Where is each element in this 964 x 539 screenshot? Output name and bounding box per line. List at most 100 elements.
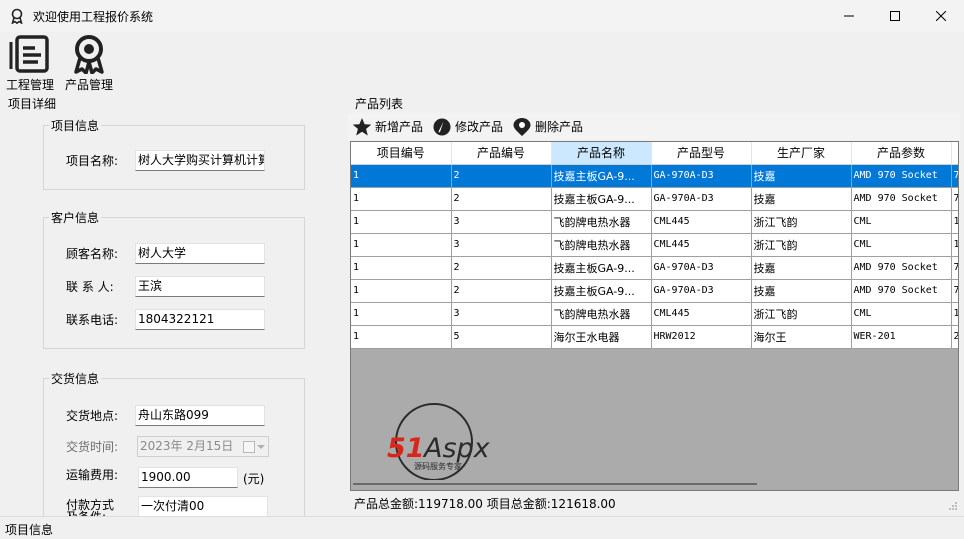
fee-input[interactable]: 1900.00 [138,467,238,488]
project-info-title: 项目信息 [49,117,102,134]
table-cell: AMD 970 Socket [851,187,952,211]
column-header-overflow [951,142,958,165]
column-header-product-name[interactable]: 产品名称 [551,142,652,165]
window-title: 欢迎使用工程报价系统 [33,10,154,24]
table-cell: 技嘉 [751,164,852,188]
edit-pencil-icon [433,118,451,135]
table-cell: AMD 970 Socket [851,279,952,303]
column-header-params[interactable]: 产品参数 [851,142,952,165]
table-cell: 海尔王水电器 [551,325,652,349]
table-cell: 7 [951,164,958,188]
phone-input[interactable]: 1804322121 [135,309,265,330]
table-cell: 5 [451,325,552,349]
table-row[interactable]: 1 5 海尔王水电器 HRW2012 海尔王 WER-201 2 [351,325,958,349]
table-row[interactable]: 1 2 技嘉主板GA-9... GA-970A-D3 技嘉 AMD 970 So… [351,279,958,303]
table-cell: 1 [951,210,958,234]
table-row[interactable]: 1 2 技嘉主板GA-9... GA-970A-D3 技嘉 AMD 970 So… [351,187,958,211]
fee-label: 运输费用: [66,468,119,482]
project-management-button[interactable]: 工程管理 [2,34,58,92]
minimize-button[interactable] [826,0,872,32]
main-toolbar: 工程管理 产品管理 [0,32,964,94]
contact-label: 联 系 人: [66,280,114,294]
customer-name-input[interactable]: 树人大学 [135,243,265,264]
payment-input[interactable]: 一次付清00 [138,496,268,517]
table-cell: 3 [451,302,552,326]
address-label: 交货地点: [66,409,119,423]
table-cell: CML445 [651,210,752,234]
minimize-icon [844,15,854,17]
table-row[interactable]: 1 3 飞韵牌电热水器 CML445 浙江飞韵 CML 1 [351,233,958,257]
project-name-label: 项目名称: [66,154,119,168]
table-row[interactable]: 1 2 技嘉主板GA-9... GA-970A-D3 技嘉 AMD 970 So… [351,256,958,280]
customer-info-title: 客户信息 [49,209,102,226]
table-cell: 技嘉 [751,279,852,303]
delivery-info-title: 交货信息 [49,370,102,387]
table-cell: 1 [351,233,452,257]
table-cell: CML [851,302,952,326]
column-header-model[interactable]: 产品型号 [651,142,752,165]
maximize-button[interactable] [872,0,918,32]
table-cell: 技嘉 [751,256,852,280]
customer-name-label: 顾客名称: [66,247,119,261]
edit-product-button[interactable]: 修改产品 [432,116,503,137]
table-row[interactable]: 1 2 技嘉主板GA-9... GA-970A-D3 技嘉 AMD 970 So… [351,164,958,188]
horizontal-scrollbar[interactable] [353,483,757,485]
table-cell: 2 [451,164,552,188]
product-management-button[interactable]: 产品管理 [61,34,117,92]
watermark-tagline: 源码服务专家 [414,461,462,471]
table-cell: 飞韵牌电热水器 [551,210,652,234]
delivery-date-picker[interactable]: 2023年 2月15日 [137,436,269,457]
address-input[interactable]: 舟山东路099 [135,405,265,426]
project-detail-title: 项目详细 [6,95,59,112]
table-cell: 技嘉主板GA-9... [551,256,652,280]
status-text: 项目信息 [5,523,54,537]
award-ribbon-icon [11,8,23,24]
table-cell: 技嘉主板GA-9... [551,279,652,303]
phone-label: 联系电话: [66,313,119,327]
column-header-project-id[interactable]: 项目编号 [351,142,452,165]
table-cell: 3 [451,210,552,234]
award-ribbon-icon [74,35,104,74]
add-product-label: 新增产品 [375,120,424,134]
title-bar: 欢迎使用工程报价系统 [0,0,964,32]
table-cell: 浙江飞韵 [751,302,852,326]
table-cell: GA-970A-D3 [651,187,752,211]
date-label: 交货时间: [66,440,119,454]
delete-product-button[interactable]: 删除产品 [512,116,583,137]
contact-input[interactable]: 王滨 [135,276,265,297]
totals-text: 产品总金额:119718.00 项目总金额:121618.00 [354,497,616,511]
table-cell: 1 [351,210,452,234]
table-row[interactable]: 1 3 飞韵牌电热水器 CML445 浙江飞韵 CML 1 [351,210,958,234]
table-cell: 技嘉主板GA-9... [551,164,652,188]
fee-unit: (元) [243,472,265,486]
table-cell: 2 [451,187,552,211]
close-icon [936,11,946,21]
edit-product-label: 修改产品 [455,120,504,134]
table-cell: 1 [951,302,958,326]
project-name-input[interactable]: 树人大学购买计算机计算 [135,150,265,171]
table-cell: GA-970A-D3 [651,279,752,303]
close-button[interactable] [918,0,964,32]
table-cell: 2 [451,279,552,303]
table-cell: CML445 [651,233,752,257]
column-header-manufacturer[interactable]: 生产厂家 [751,142,852,165]
table-cell: 7 [951,256,958,280]
delivery-date-value: 2023年 2月15日 [140,439,234,453]
table-cell: 浙江飞韵 [751,233,852,257]
product-toolbar: 新增产品 修改产品 删除产品 [348,113,960,140]
table-cell: 1 [351,256,452,280]
table-cell: 1 [351,325,452,349]
product-list-title: 产品列表 [353,95,406,112]
table-row[interactable]: 1 3 飞韵牌电热水器 CML445 浙江飞韵 CML 1 [351,302,958,326]
add-product-button[interactable]: 新增产品 [352,116,423,137]
status-bar: 项目信息 [0,516,964,539]
delete-product-label: 删除产品 [535,120,584,134]
column-header-product-id[interactable]: 产品编号 [451,142,552,165]
resize-grip-icon[interactable] [946,500,958,512]
toolbar-label: 工程管理 [5,78,54,92]
table-cell: 技嘉 [751,187,852,211]
watermark-brand-aspx: Aspx [422,433,491,464]
table-cell: CML [851,210,952,234]
star-icon [352,117,372,135]
table-cell: 1 [951,233,958,257]
